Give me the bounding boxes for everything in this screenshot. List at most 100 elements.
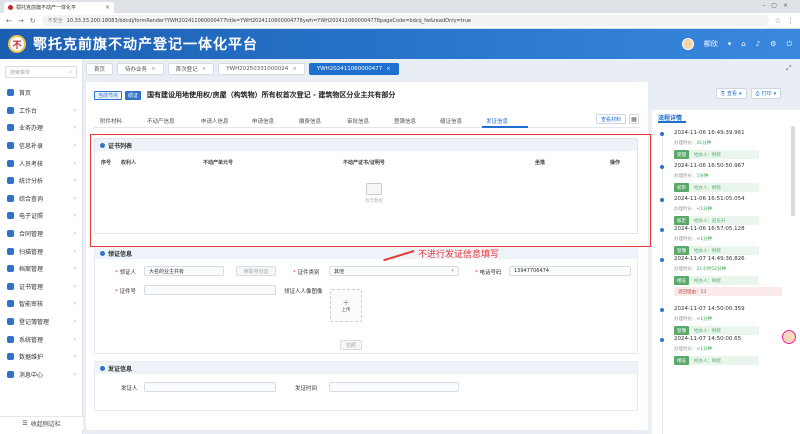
reload-icon[interactable]: ↻ — [30, 17, 36, 25]
url-input[interactable]: 不安全 10.33.33.200:18083/bdcdj/formRender?… — [41, 15, 769, 26]
close-icon[interactable]: × — [151, 66, 156, 72]
sub-tab[interactable]: 申请信息 — [252, 117, 274, 125]
page-tab-label: 首页 — [94, 66, 106, 73]
section-dot-icon — [100, 250, 105, 256]
id-type-select[interactable]: 其他 ▾ — [329, 266, 459, 276]
sidebar-item[interactable]: 合同管理 › — [0, 225, 82, 243]
bell-icon[interactable]: ♪ — [756, 40, 760, 48]
sub-tab[interactable]: 登簿信息 — [394, 117, 416, 125]
close-tab-icon[interactable]: × — [105, 4, 110, 11]
user-name[interactable]: 柳欣 — [704, 39, 718, 49]
chevron-right-icon: › — [73, 335, 76, 343]
page-tab[interactable]: 待办业务 × — [117, 62, 164, 75]
sub-tab[interactable]: 缮证信息 — [440, 117, 462, 125]
flow-duration-value: 21小时52分钟 — [696, 267, 726, 272]
flow-duration: 办理时长：1分钟 — [674, 173, 708, 179]
gear-icon[interactable]: ⚙ — [770, 40, 776, 48]
id-no-input[interactable] — [144, 285, 276, 295]
grid-icon[interactable]: ▦ — [629, 114, 639, 124]
chevron-right-icon: › — [73, 282, 76, 290]
sidebar-item[interactable]: 工作台 › — [0, 102, 82, 120]
printer-icon: ⎙ — [755, 90, 760, 97]
sidebar-item-label: 扫描管理 — [19, 248, 44, 256]
menu-search-input[interactable]: 搜索菜单 ⌕ — [5, 66, 77, 78]
forward-icon[interactable]: → — [18, 17, 24, 25]
receiver-header: 领证信息 — [95, 247, 637, 259]
issue-time-input[interactable] — [329, 382, 459, 392]
sidebar-item[interactable]: 人员考核 › — [0, 154, 82, 172]
sub-tab[interactable]: 审批信息 — [347, 117, 369, 125]
section-dot-icon — [100, 365, 105, 371]
window-controls[interactable]: –▢× — [762, 2, 794, 9]
sidebar-item-label: 工作台 — [19, 107, 38, 115]
print-button[interactable]: ⎙ 打印 ▾ — [750, 88, 782, 99]
flow-scrollbar[interactable] — [791, 126, 795, 216]
sidebar-item[interactable]: 消息中心 › — [0, 366, 82, 384]
flow-duration-label: 办理时长： — [674, 237, 697, 242]
sub-tab[interactable]: 缴费信息 — [299, 117, 321, 125]
sidebar-item[interactable]: 登记簿管理 › — [0, 313, 82, 331]
browser-tab[interactable]: 鄂托克前旗不动产一体化平 × — [4, 2, 114, 13]
menu-icon — [7, 230, 14, 238]
sub-tab[interactable]: 不动产信息 — [147, 117, 175, 125]
assistant-avatar[interactable] — [782, 330, 796, 344]
sidebar-item[interactable]: 系统管理 › — [0, 330, 82, 348]
issuer-input[interactable] — [144, 382, 276, 392]
sidebar-item-label: 档案管理 — [19, 266, 44, 274]
page-tab[interactable]: 首页 — [86, 62, 114, 75]
view-button[interactable]: ⎘ 查看 ▾ — [716, 88, 747, 99]
flow-duration: 办理时长：<1分钟 — [674, 206, 712, 212]
sub-tab[interactable]: 申请人信息 — [201, 117, 229, 125]
chevron-down-icon: ▾ — [739, 90, 742, 97]
sidebar-item[interactable]: 综合查询 › — [0, 190, 82, 208]
menu-dots-icon[interactable]: ⋮ — [787, 17, 794, 25]
sidebar-item[interactable]: 智能审核 › — [0, 295, 82, 313]
sidebar-item[interactable]: 首页 — [0, 84, 82, 102]
page-tab[interactable]: YWH202411060000477 × — [308, 62, 399, 75]
page-tabs: 首页 待办业务 × 首次登记 × YWH20250331000024 × YWH2024110… — [86, 62, 800, 75]
chevron-right-icon: › — [73, 265, 76, 273]
issue-header: 发证信息 — [95, 362, 637, 374]
read-id-card-button[interactable]: 读取身份证 — [236, 266, 276, 276]
close-icon[interactable]: × — [292, 66, 297, 72]
receiver-input[interactable]: 大名的业主共有 — [144, 266, 224, 276]
close-icon[interactable]: × — [202, 66, 207, 72]
sidebar-item[interactable]: 档案管理 › — [0, 260, 82, 278]
phone-label-text: 电话号码 — [479, 270, 502, 276]
sidebar-item[interactable]: 电子证照 › — [0, 207, 82, 225]
flow-time: 2024-11-06 16:49:39.961 — [674, 130, 745, 136]
fullscreen-icon[interactable]: ⤢ — [786, 64, 792, 73]
chevron-right-icon: › — [73, 318, 76, 326]
sub-tab[interactable]: 附件材料 — [100, 117, 122, 125]
chevron-down-icon[interactable]: ▾ — [728, 40, 732, 48]
sidebar-item[interactable]: 证书管理 › — [0, 278, 82, 296]
timeline-dot-icon — [660, 132, 664, 136]
photo-upload[interactable]: + 上传 — [330, 289, 362, 322]
flow-duration-label: 办理时长： — [674, 317, 697, 322]
power-icon[interactable]: ⏻ — [786, 40, 792, 49]
view-attachments-button[interactable]: 查看材料 — [596, 114, 627, 124]
sub-tab[interactable]: 发证信息 — [486, 117, 508, 125]
sidebar-item[interactable]: 数据维护 › — [0, 348, 82, 366]
page-tab-label: YWH20250331000024 — [226, 65, 289, 72]
collapse-sidebar-button[interactable]: ☰ 收起侧边栏 — [0, 416, 83, 430]
avatar[interactable] — [681, 38, 694, 50]
not-secure-label: 不安全 — [47, 18, 63, 24]
take-photo-button[interactable]: 拍照 — [340, 340, 362, 350]
sidebar-item[interactable]: 扫描管理 › — [0, 242, 82, 260]
flow-duration-label: 办理时长： — [674, 207, 697, 212]
back-icon[interactable]: ← — [6, 17, 12, 25]
star-icon[interactable]: ☆ — [775, 17, 781, 25]
sidebar-item[interactable]: 信息补录 › — [0, 137, 82, 155]
sidebar-item[interactable]: 统计分析 › — [0, 172, 82, 190]
close-icon[interactable]: × — [386, 66, 391, 72]
collapse-label: 收起侧边栏 — [30, 421, 61, 428]
home-icon[interactable]: ⌂ — [741, 40, 745, 48]
sidebar-item-label: 证书管理 — [19, 283, 44, 291]
page-tab[interactable]: 首次登记 × — [167, 62, 215, 75]
page-tab[interactable]: YWH20250331000024 × — [218, 62, 305, 75]
flow-title-underline — [658, 121, 686, 123]
phone-input[interactable]: 13947706474 — [509, 266, 631, 276]
sidebar-item[interactable]: 业务办理 › — [0, 119, 82, 137]
red-highlight-box — [90, 134, 651, 247]
